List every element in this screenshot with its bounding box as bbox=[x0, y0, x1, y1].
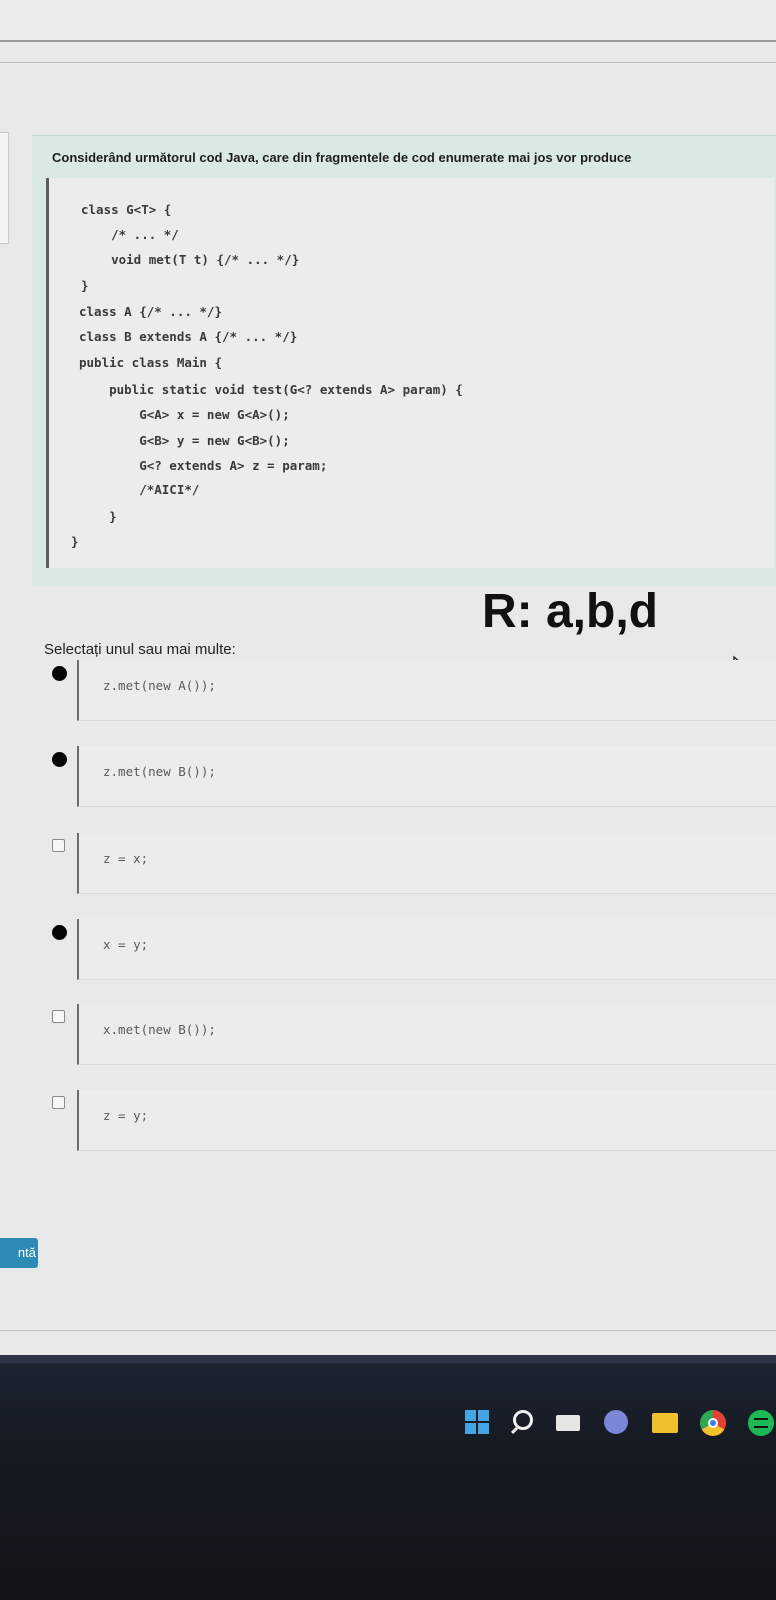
option-code: z = y; bbox=[103, 1108, 149, 1123]
search-icon[interactable] bbox=[513, 1410, 539, 1436]
option-checkbox-checked[interactable] bbox=[52, 752, 67, 767]
option-checkbox-checked[interactable] bbox=[52, 666, 67, 681]
divider bbox=[0, 1330, 776, 1331]
option-code-box[interactable]: x.met(new B()); bbox=[77, 1004, 776, 1065]
option-checkbox[interactable] bbox=[52, 1010, 65, 1023]
option-code-box[interactable]: z.met(new A()); bbox=[77, 660, 776, 721]
code-line: public class Main { bbox=[79, 355, 222, 370]
code-line: G<? extends A> z = param; bbox=[79, 458, 328, 473]
code-line: } bbox=[71, 534, 79, 549]
option-code-box[interactable]: x = y; bbox=[77, 919, 776, 980]
option-code-box[interactable]: z = x; bbox=[77, 833, 776, 894]
spotify-icon[interactable] bbox=[748, 1410, 774, 1436]
windows-taskbar bbox=[0, 1355, 776, 1600]
code-line: } bbox=[81, 278, 89, 293]
code-line: G<A> x = new G<A>(); bbox=[79, 407, 290, 422]
code-line: class B extends A {/* ... */} bbox=[79, 329, 298, 344]
answer-option[interactable]: z = x; bbox=[44, 833, 776, 903]
code-line: G<B> y = new G<B>(); bbox=[79, 433, 290, 448]
next-page-button[interactable]: ntă bbox=[0, 1238, 38, 1268]
code-line: class A {/* ... */} bbox=[79, 304, 222, 319]
option-code-box[interactable]: z.met(new B()); bbox=[77, 746, 776, 807]
option-code: x.met(new B()); bbox=[103, 1022, 216, 1037]
question-text: Considerând următorul cod Java, care din… bbox=[52, 150, 632, 165]
meet-icon[interactable] bbox=[604, 1410, 630, 1436]
code-block: class G<T> { /* ... */ void met(T t) {/*… bbox=[46, 178, 774, 568]
taskbar-strip bbox=[0, 1355, 776, 1363]
select-prompt: Selectați unul sau mai multe: bbox=[44, 641, 236, 658]
option-checkbox-checked[interactable] bbox=[52, 925, 67, 940]
windows-start-icon[interactable] bbox=[465, 1410, 491, 1436]
answer-option[interactable]: x.met(new B()); bbox=[44, 1004, 776, 1074]
option-code: z.met(new B()); bbox=[103, 764, 216, 779]
answer-option[interactable]: z = y; bbox=[44, 1090, 776, 1160]
code-line: /*AICI*/ bbox=[79, 482, 200, 497]
code-line: public static void test(G<? extends A> p… bbox=[79, 382, 463, 397]
answer-option[interactable]: z.met(new B()); bbox=[44, 746, 776, 816]
folder-icon[interactable] bbox=[652, 1410, 678, 1436]
code-line: class G<T> { bbox=[81, 202, 172, 217]
option-code: x = y; bbox=[103, 937, 149, 952]
browser-top-bar bbox=[0, 0, 776, 42]
chrome-icon[interactable] bbox=[700, 1410, 726, 1436]
option-code: z = x; bbox=[103, 851, 149, 866]
option-checkbox[interactable] bbox=[52, 839, 65, 852]
code-line: } bbox=[79, 509, 117, 524]
answer-option[interactable]: z.met(new A()); bbox=[44, 660, 776, 730]
question-text-box: Considerând următorul cod Java, care din… bbox=[32, 135, 776, 586]
option-checkbox[interactable] bbox=[52, 1096, 65, 1109]
answer-option[interactable]: x = y; bbox=[44, 919, 776, 989]
nav-block-edge bbox=[0, 132, 9, 244]
option-code: z.met(new A()); bbox=[103, 678, 216, 693]
divider bbox=[0, 62, 776, 63]
answer-annotation: R: a,b,d bbox=[482, 585, 658, 638]
tv-icon[interactable] bbox=[556, 1410, 582, 1436]
option-code-box[interactable]: z = y; bbox=[77, 1090, 776, 1151]
code-line: void met(T t) {/* ... */} bbox=[81, 252, 300, 267]
code-line: /* ... */ bbox=[81, 227, 179, 242]
